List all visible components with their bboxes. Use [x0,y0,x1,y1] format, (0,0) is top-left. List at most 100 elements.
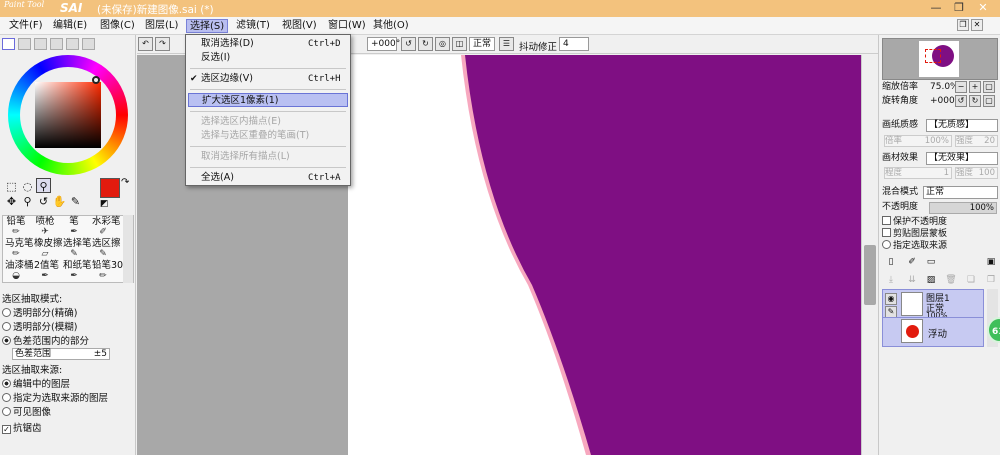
color-palette-tab-icon[interactable] [50,38,63,50]
menu-expand-selection-1px[interactable]: 扩大选区1像素(1) [188,93,348,107]
navigator-view-rect[interactable] [925,49,941,63]
brush-airbrush[interactable]: 喷枪 ✈ [34,216,56,238]
hue-marker[interactable] [92,76,100,84]
rgb-slider-tab-icon[interactable] [18,38,31,50]
brush-selection-pen[interactable]: 选择笔 ✎ [63,238,92,260]
opacity-slider[interactable]: 100% [929,202,997,214]
radio-icon[interactable] [882,240,891,249]
move-icon[interactable]: ✥ [4,194,19,209]
lasso-icon[interactable]: ◌ [20,179,35,194]
brush-bucket[interactable]: 油漆桶 ◒ [5,260,34,282]
merge-down-icon[interactable]: ⇊ [905,273,919,287]
menu-deselect[interactable]: 取消选择(D) Ctrl+D [186,37,350,51]
radio-selected-icon[interactable] [2,336,11,345]
source-option-editing-layer[interactable]: 编辑中的图层 [2,378,132,392]
menu-show-selection-edge[interactable]: ✔ 选区边缘(V) Ctrl+H [186,72,350,86]
color-wheel[interactable] [8,55,128,175]
brush-pencil30[interactable]: 铅笔30 ✏ [92,260,123,282]
source-option-visible-image[interactable]: 可见图像 [2,406,132,420]
zoom-out-icon[interactable]: − [955,81,967,93]
clear-layer-icon[interactable]: ▨ [924,273,938,287]
navigator-preview[interactable] [882,38,998,80]
radio-icon[interactable] [2,322,11,331]
radio-icon[interactable] [2,308,11,317]
layer-blend-select[interactable]: 正常 [923,186,998,199]
zoom-reset-icon[interactable]: ▢ [983,81,995,93]
layer-properties-icon[interactable]: ❐ [984,273,998,287]
rotate-icon[interactable]: ↺ [36,194,51,209]
source-option-designated-layer[interactable]: 指定为选取来源的图层 [2,392,132,406]
mode-option-precise[interactable]: 透明部分(精确) [2,307,132,321]
menu-file[interactable]: 文件(F) [6,19,46,33]
zoom-icon[interactable]: ⚲ [20,194,35,209]
material-select[interactable]: 【无效果】 [926,152,998,165]
swap-colors-icon[interactable]: ↷ [121,177,129,188]
new-folder-icon[interactable]: ▭ [924,255,938,269]
duplicate-layer-icon[interactable]: ❏ [964,273,978,287]
rect-select-icon[interactable]: ⬚ [4,179,19,194]
layer-list[interactable]: ◉ ✎ 图层1 正常 100% 浮动 [882,289,984,347]
minimize-icon[interactable]: — [925,1,947,15]
swatches-tab-icon[interactable] [66,38,79,50]
stabilizer-select[interactable]: 4 [559,37,589,51]
rotation-field[interactable]: +000° [367,37,400,51]
flip-icon[interactable]: ◫ [452,37,467,51]
canvas-paper[interactable] [348,55,861,455]
brush-eraser[interactable]: 橡皮擦 ▱ [34,238,63,260]
hand-icon[interactable]: ✋ [52,194,67,209]
rotate-right-icon[interactable]: ↻ [418,37,433,51]
close-icon[interactable]: ✕ [972,1,994,15]
new-linework-layer-icon[interactable]: ✐ [905,255,919,269]
radio-selected-icon[interactable] [2,379,11,388]
color-wheel-tab-icon[interactable] [2,38,15,50]
menu-select-all[interactable]: 全选(A) Ctrl+A [186,171,350,185]
mode-option-fuzzy[interactable]: 透明部分(模糊) [2,321,132,335]
checkbox-icon[interactable] [882,228,891,237]
rotate-cw-icon[interactable]: ↻ [969,95,981,107]
brush-scrollbar[interactable] [123,215,133,283]
radio-icon[interactable] [2,407,11,416]
brush-marker[interactable]: 马克笔 ✏ [5,238,34,260]
redo-icon[interactable]: ↷ [155,37,170,51]
menu-filter[interactable]: 滤镜(T) [233,19,273,33]
checkbox-checked-icon[interactable]: ✓ [2,425,11,434]
radio-icon[interactable] [2,393,11,402]
menu-other[interactable]: 其他(O) [370,19,412,33]
menu-image[interactable]: 图像(C) [97,19,138,33]
blend-mode-select[interactable]: 正常 [469,37,495,51]
brush-pencil[interactable]: 铅笔 ✏ [5,216,27,238]
selection-source-option[interactable]: 指定选取来源 [882,240,998,253]
canvas-vertical-scrollbar[interactable] [861,55,878,455]
antialias-option[interactable]: ✓ 抗锯齿 [2,422,132,436]
menu-edit[interactable]: 编辑(E) [50,19,90,33]
brush-watercolor[interactable]: 水彩笔 ✐ [92,216,121,238]
menu-select[interactable]: 选择(S) [186,19,229,33]
restore-icon[interactable]: ❐ [948,1,970,15]
paper-texture-select[interactable]: 【无质感】 [926,119,998,132]
rotate-reset-icon[interactable]: ▢ [983,95,995,107]
rotate-left-icon[interactable]: ↺ [401,37,416,51]
menu-view[interactable]: 视图(V) [279,19,320,33]
menu-layer[interactable]: 图层(L) [142,19,181,33]
mdi-close-icon[interactable]: ✕ [971,19,983,31]
reset-rotation-icon[interactable]: ◎ [435,37,450,51]
zoom-in-icon[interactable]: + [969,81,981,93]
brush-washi[interactable]: 和纸笔 ✒ [63,260,92,282]
new-layer-icon[interactable]: ▯ [884,255,898,269]
undo-icon[interactable]: ↶ [138,37,153,51]
brush-pen[interactable]: 笔 ✒ [63,216,85,238]
saturation-value-square[interactable] [35,82,101,148]
layer-mask-icon[interactable]: ▣ [984,255,998,269]
scrollbar-thumb[interactable] [864,245,876,305]
magic-wand-icon[interactable]: ⚲ [36,178,51,193]
scratchpad-tab-icon[interactable] [82,38,95,50]
checkbox-icon[interactable] [882,216,891,225]
mode-option-color-range[interactable]: 色差范围内的部分 [2,335,132,349]
brush-binary-pen[interactable]: 2值笔 ✒ [34,260,59,282]
mdi-restore-icon[interactable]: ❐ [957,19,969,31]
menu-window[interactable]: 窗口(W) [325,19,369,33]
rotate-ccw-icon[interactable]: ↺ [955,95,967,107]
brush-selection-eraser[interactable]: 选区擦 ✎ [92,238,121,260]
menu-deselect-all-points[interactable]: 取消选择所有描点(L) [186,150,350,164]
eye-icon[interactable]: ◉ [885,293,897,305]
